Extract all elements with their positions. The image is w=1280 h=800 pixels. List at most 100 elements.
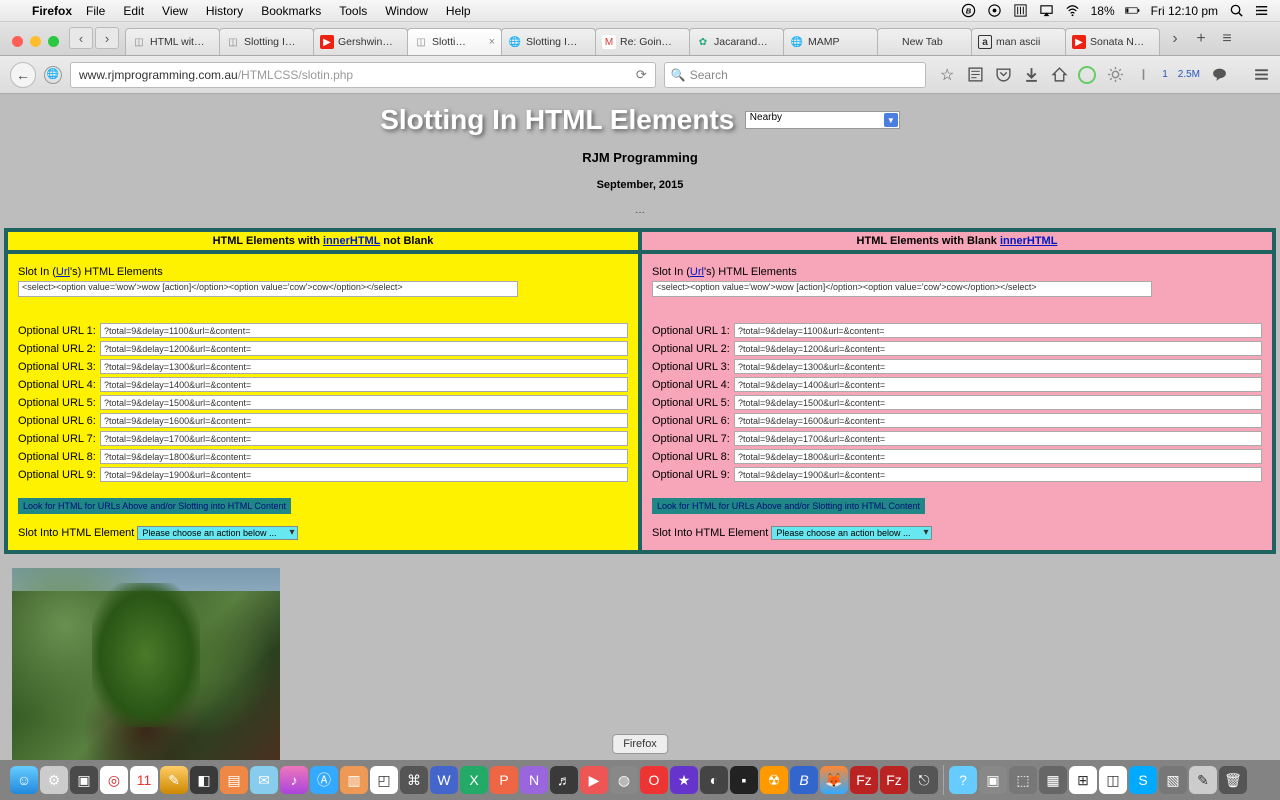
browser-tab[interactable]: ◫Slotti…× bbox=[407, 28, 502, 55]
dock-app-icon[interactable]: ⬚ bbox=[1009, 766, 1037, 794]
panel-right-heading-link[interactable]: innerHTML bbox=[1000, 235, 1057, 247]
notification-icon[interactable] bbox=[1254, 3, 1270, 19]
dock-app-icon[interactable]: N bbox=[520, 766, 548, 794]
dock-skype-icon[interactable]: S bbox=[1129, 766, 1157, 794]
menu-view[interactable]: View bbox=[162, 4, 188, 18]
address-field[interactable]: www.rjmprogramming.com.au/HTMLCSS/slotin… bbox=[70, 62, 656, 88]
optional-url-input-left-8[interactable] bbox=[100, 449, 628, 464]
airplay-icon[interactable] bbox=[1039, 3, 1055, 19]
optional-url-input-right-3[interactable] bbox=[734, 359, 1262, 374]
reload-icon[interactable]: ⟳ bbox=[636, 67, 647, 83]
dock-app-icon[interactable]: ◫ bbox=[1099, 766, 1127, 794]
new-tab-button[interactable]: + bbox=[1191, 29, 1211, 49]
dock-app-icon[interactable]: ⚙ bbox=[40, 766, 68, 794]
dock-app-icon[interactable]: ◧ bbox=[190, 766, 218, 794]
extension-icon[interactable] bbox=[1134, 66, 1152, 84]
panel-left-wide-input[interactable]: <select><option value='wow'>wow [action]… bbox=[18, 281, 518, 297]
dock-app-icon[interactable]: W bbox=[430, 766, 458, 794]
panel-left-look-button[interactable]: Look for HTML for URLs Above and/or Slot… bbox=[18, 498, 291, 514]
optional-url-input-right-2[interactable] bbox=[734, 341, 1262, 356]
menu-bookmarks[interactable]: Bookmarks bbox=[261, 4, 321, 18]
home-icon[interactable] bbox=[1050, 66, 1068, 84]
chat-icon[interactable] bbox=[1210, 66, 1228, 84]
dock-calendar-icon[interactable]: 11 bbox=[130, 766, 158, 794]
browser-tab[interactable]: ✿Jacarand… bbox=[689, 28, 784, 55]
pocket-icon[interactable] bbox=[994, 66, 1012, 84]
optional-url-input-left-9[interactable] bbox=[100, 467, 628, 482]
dock-app-icon[interactable]: ✎ bbox=[160, 766, 188, 794]
dock-app-icon[interactable]: ⎋ bbox=[910, 766, 938, 794]
optional-url-input-left-7[interactable] bbox=[100, 431, 628, 446]
browser-tab[interactable]: aman ascii bbox=[971, 28, 1066, 55]
menu-help[interactable]: Help bbox=[446, 4, 471, 18]
dock-app-icon[interactable]: X bbox=[460, 766, 488, 794]
wifi-icon[interactable] bbox=[1065, 3, 1081, 19]
dock-itunes-icon[interactable]: ♪ bbox=[280, 766, 308, 794]
nearby-select[interactable]: Nearby bbox=[745, 111, 900, 129]
dock-app-icon[interactable]: B bbox=[790, 766, 818, 794]
dock-app-icon[interactable]: ♬ bbox=[550, 766, 578, 794]
menu-window[interactable]: Window bbox=[385, 4, 428, 18]
dock-app-icon[interactable]: ☢ bbox=[760, 766, 788, 794]
tab-close-icon[interactable]: × bbox=[489, 36, 495, 48]
optional-url-input-left-2[interactable] bbox=[100, 341, 628, 356]
spotlight-icon[interactable] bbox=[1228, 3, 1244, 19]
zoom-window-icon[interactable] bbox=[48, 36, 59, 47]
tabs-menu-button[interactable]: ≡ bbox=[1217, 29, 1237, 49]
dock-app-icon[interactable]: ▧ bbox=[1159, 766, 1187, 794]
dock-filezilla-icon[interactable]: Fz bbox=[850, 766, 878, 794]
downloads-icon[interactable] bbox=[1022, 66, 1040, 84]
menubar-app[interactable]: Firefox bbox=[32, 4, 72, 18]
optional-url-input-left-3[interactable] bbox=[100, 359, 628, 374]
dock-app-icon[interactable]: ▣ bbox=[979, 766, 1007, 794]
dock-app-icon[interactable]: ◍ bbox=[610, 766, 638, 794]
optional-url-input-right-6[interactable] bbox=[734, 413, 1262, 428]
dock-app-icon[interactable]: ◰ bbox=[370, 766, 398, 794]
dock-appstore-icon[interactable]: Ⓐ bbox=[310, 766, 338, 794]
panel-left-slotinto-select[interactable]: Please choose an action below ... bbox=[137, 526, 297, 540]
optional-url-input-right-8[interactable] bbox=[734, 449, 1262, 464]
adblock-icon[interactable] bbox=[1078, 66, 1096, 84]
panel-left-heading-link[interactable]: innerHTML bbox=[323, 235, 380, 247]
panel-right-look-button[interactable]: Look for HTML for URLs Above and/or Slot… bbox=[652, 498, 925, 514]
panel-right-slotinto-select[interactable]: Please choose an action below ... bbox=[771, 526, 931, 540]
sidebar-back-button[interactable]: ‹ bbox=[69, 27, 93, 49]
dock-ibooks-icon[interactable]: ▥ bbox=[340, 766, 368, 794]
browser-tab[interactable]: MRe: Goin… bbox=[595, 28, 690, 55]
browser-tab[interactable]: 🌐MAMP bbox=[783, 28, 878, 55]
optional-url-input-right-9[interactable] bbox=[734, 467, 1262, 482]
sidebar-fwd-button[interactable]: › bbox=[95, 27, 119, 49]
site-identity-icon[interactable]: 🌐 bbox=[44, 66, 62, 84]
panel-right-wide-input[interactable]: <select><option value='wow'>wow [action]… bbox=[652, 281, 1152, 297]
dock-app-icon[interactable]: ⌘ bbox=[400, 766, 428, 794]
dock-app-icon[interactable]: ✎ bbox=[1189, 766, 1217, 794]
optional-url-input-right-1[interactable] bbox=[734, 323, 1262, 338]
menu-history[interactable]: History bbox=[206, 4, 243, 18]
menu-tools[interactable]: Tools bbox=[339, 4, 367, 18]
optional-url-input-left-6[interactable] bbox=[100, 413, 628, 428]
dock-trash-icon[interactable]: 🗑 bbox=[1219, 766, 1247, 794]
dock-app-icon[interactable]: Fz bbox=[880, 766, 908, 794]
dock-app-icon[interactable]: P bbox=[490, 766, 518, 794]
optional-url-input-left-4[interactable] bbox=[100, 377, 628, 392]
menubar-clock[interactable]: Fri 12:10 pm bbox=[1151, 4, 1218, 18]
browser-tab[interactable]: ▶Gershwin… bbox=[313, 28, 408, 55]
menu-edit[interactable]: Edit bbox=[123, 4, 144, 18]
dock-app-icon[interactable]: ▦ bbox=[1039, 766, 1067, 794]
url-link-right[interactable]: Url bbox=[690, 266, 704, 278]
gear-icon[interactable] bbox=[1106, 66, 1124, 84]
status-icon-b[interactable]: B bbox=[961, 3, 977, 19]
dock-app-icon[interactable]: ⊞ bbox=[1069, 766, 1097, 794]
dock-app-icon[interactable]: ★ bbox=[670, 766, 698, 794]
dock-firefox-icon[interactable]: 🦊 bbox=[820, 766, 848, 794]
minimize-window-icon[interactable] bbox=[30, 36, 41, 47]
search-field[interactable]: 🔍 Search bbox=[664, 62, 926, 88]
browser-tab[interactable]: ◫Slotting I… bbox=[219, 28, 314, 55]
dock-terminal-icon[interactable]: ▪ bbox=[730, 766, 758, 794]
dock-opera-icon[interactable]: O bbox=[640, 766, 668, 794]
tabs-overflow-button[interactable]: › bbox=[1165, 29, 1185, 49]
browser-tab[interactable]: ▶Sonata N… bbox=[1065, 28, 1160, 55]
bookmark-star-icon[interactable]: ☆ bbox=[938, 66, 956, 84]
dock-app-icon[interactable]: ▤ bbox=[220, 766, 248, 794]
status-icon-bars[interactable] bbox=[1013, 3, 1029, 19]
